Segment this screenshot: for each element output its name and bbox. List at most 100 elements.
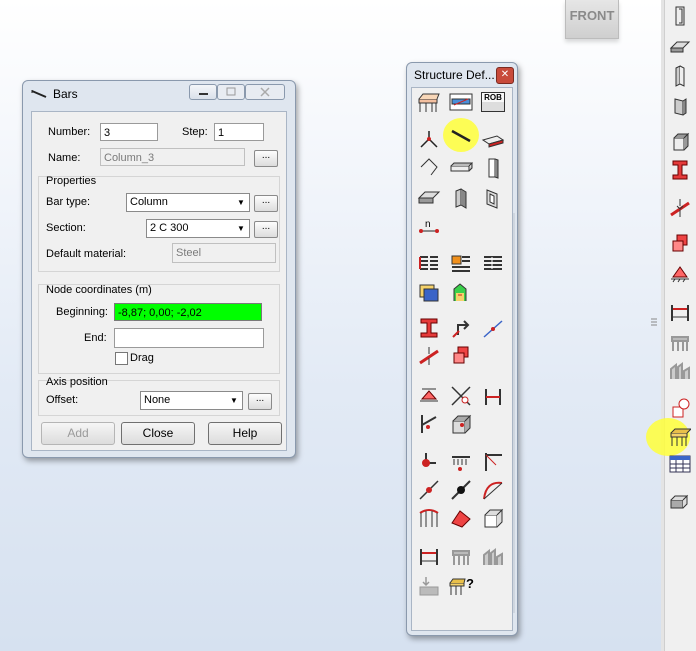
close-window-button[interactable] [245,84,285,100]
chevron-down-icon: ▼ [237,198,245,207]
panel-flat-icon[interactable] [449,156,473,180]
slab-edge-icon[interactable] [668,94,692,118]
plate-load-icon[interactable] [449,506,473,530]
release-icon[interactable] [417,344,441,368]
solid-block-icon[interactable] [449,412,473,436]
default-material-field[interactable]: Steel [172,243,276,263]
structure-gray-icon[interactable] [481,544,505,568]
bars-window-icon [31,87,47,104]
i-section-icon[interactable] [668,158,692,182]
offset-browse-button[interactable]: ... [248,393,272,410]
default-material-label: Default material: [46,248,127,260]
box-volume-icon[interactable] [481,506,505,530]
angle-support-icon[interactable] [417,412,441,436]
add-button[interactable]: Add [41,422,115,445]
corner-joint-icon[interactable] [481,450,505,474]
step-input[interactable]: 1 [214,123,264,141]
member-end-icon[interactable] [417,478,441,502]
plate-icon[interactable] [668,34,692,58]
axis-position-group-label: Axis position [46,376,108,388]
drag-label: Drag [130,352,154,364]
nodes-icon[interactable] [417,128,441,152]
section-label: Section: [46,222,86,234]
name-browse-button[interactable]: ... [254,150,278,167]
bar-type-label: Bar type: [46,196,91,208]
hinge-icon[interactable] [481,316,505,340]
frame-gray-icon[interactable] [668,330,692,354]
arc-icon[interactable] [481,478,505,502]
frame-gray-icon[interactable] [449,544,473,568]
close-button[interactable]: Close [121,422,195,445]
bar-type-browse-button[interactable]: ... [254,195,278,212]
chevron-down-icon: ▼ [237,224,245,233]
support-icon[interactable] [417,384,441,408]
load-case-icon[interactable] [417,280,441,304]
structure-gray-icon[interactable] [668,358,692,382]
table-list-icon[interactable] [417,252,441,276]
view-cube-front[interactable]: FRONT [565,0,619,39]
member-node-icon[interactable] [668,396,692,420]
vertical-panel-icon[interactable] [449,186,473,210]
contour-icon[interactable] [417,156,441,180]
release-icon[interactable] [668,196,692,220]
opening-icon[interactable] [481,186,505,210]
data-table-icon[interactable] [481,252,505,276]
slab-icon[interactable] [417,186,441,210]
node-n-icon[interactable]: n [417,216,441,240]
bar-type-value: Column [130,196,168,208]
toolbar-grip-icon[interactable] [650,316,658,326]
maximize-button[interactable] [217,84,245,100]
help-button[interactable]: Help [208,422,282,445]
rob-icon[interactable]: ROB [481,90,505,114]
chevron-down-icon: ▼ [230,396,238,405]
table-icon[interactable] [668,452,692,476]
orange-table-icon[interactable] [449,252,473,276]
bracket-icon[interactable] [417,450,441,474]
drag-checkbox[interactable] [115,352,128,365]
svg-text:n: n [425,219,431,230]
number-input[interactable]: 3 [100,123,158,141]
cable-icon[interactable] [668,300,692,324]
offset-select[interactable]: None ▼ [140,391,243,410]
section-view-icon[interactable] [449,90,473,114]
bar-3d-icon[interactable] [481,128,505,152]
structure-model-icon[interactable] [668,424,692,448]
elastic-joint-icon[interactable] [449,384,473,408]
thin-panel-icon[interactable] [668,64,692,88]
section-select[interactable]: 2 C 300 ▼ [146,219,250,238]
offset-label: Offset: [46,394,79,406]
offset-value: None [144,394,171,406]
minimize-button[interactable] [189,84,217,100]
offset-icon[interactable] [449,344,473,368]
box-3d-icon[interactable] [668,490,692,514]
structure-model-icon[interactable] [417,90,441,114]
section-value: 2 C 300 [150,222,189,234]
wall-icon[interactable] [481,156,505,180]
bars-icon[interactable] [449,124,473,148]
bars-dialog-title: Bars [53,87,78,101]
cable-node-icon[interactable] [449,478,473,502]
gray-load-icon[interactable] [417,574,441,598]
rotate-arrow-icon[interactable] [449,316,473,340]
support-icon[interactable] [668,262,692,286]
close-toolbar-icon[interactable]: ✕ [496,67,514,84]
bar-type-select[interactable]: Column ▼ [126,193,250,212]
cable-frame-icon[interactable] [417,544,441,568]
arch-frame-icon[interactable] [417,506,441,530]
spring-support-icon[interactable] [449,450,473,474]
i-section-icon[interactable] [417,316,441,340]
offset-icon[interactable] [668,232,692,256]
bars-dialog-body: Number: 3 Step: 1 Name: Column_3 ... Pro… [31,111,287,451]
end-input[interactable] [114,328,264,348]
rigid-link-icon[interactable] [481,384,505,408]
structure-dialog-title: Structure Def... [414,68,495,82]
beginning-input[interactable]: -8,87; 0,00; -2,02 [114,303,262,321]
name-field[interactable]: Column_3 [100,148,245,166]
rob-label: ROB [484,93,502,102]
bar-section-icon[interactable] [668,4,692,28]
help-question-mark[interactable]: ? [466,576,474,591]
solid-icon[interactable] [668,130,692,154]
section-browse-button[interactable]: ... [254,221,278,238]
results-map-icon[interactable] [449,280,473,304]
step-label: Step: [182,126,208,138]
